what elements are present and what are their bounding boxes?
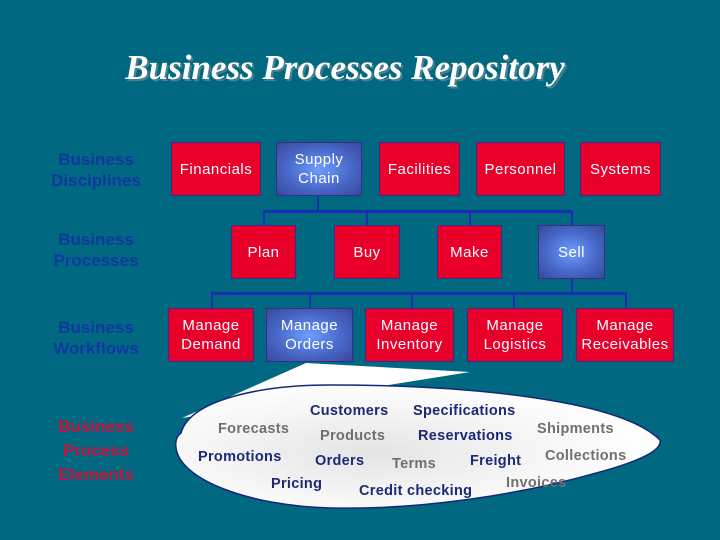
element-invoices[interactable]: Invoices <box>506 475 566 491</box>
element-specifications[interactable]: Specifications <box>413 403 516 419</box>
element-pricing[interactable]: Pricing <box>271 476 322 492</box>
element-forecasts[interactable]: Forecasts <box>218 421 289 437</box>
element-customers[interactable]: Customers <box>310 403 388 419</box>
element-products[interactable]: Products <box>320 428 385 444</box>
element-terms[interactable]: Terms <box>392 456 436 472</box>
element-shipments[interactable]: Shipments <box>537 421 614 437</box>
element-promotions[interactable]: Promotions <box>198 449 282 465</box>
element-credit-checking[interactable]: Credit checking <box>359 483 472 499</box>
element-reservations[interactable]: Reservations <box>418 428 513 444</box>
element-collections[interactable]: Collections <box>545 448 626 464</box>
element-freight[interactable]: Freight <box>470 453 521 469</box>
element-orders[interactable]: Orders <box>315 453 364 469</box>
